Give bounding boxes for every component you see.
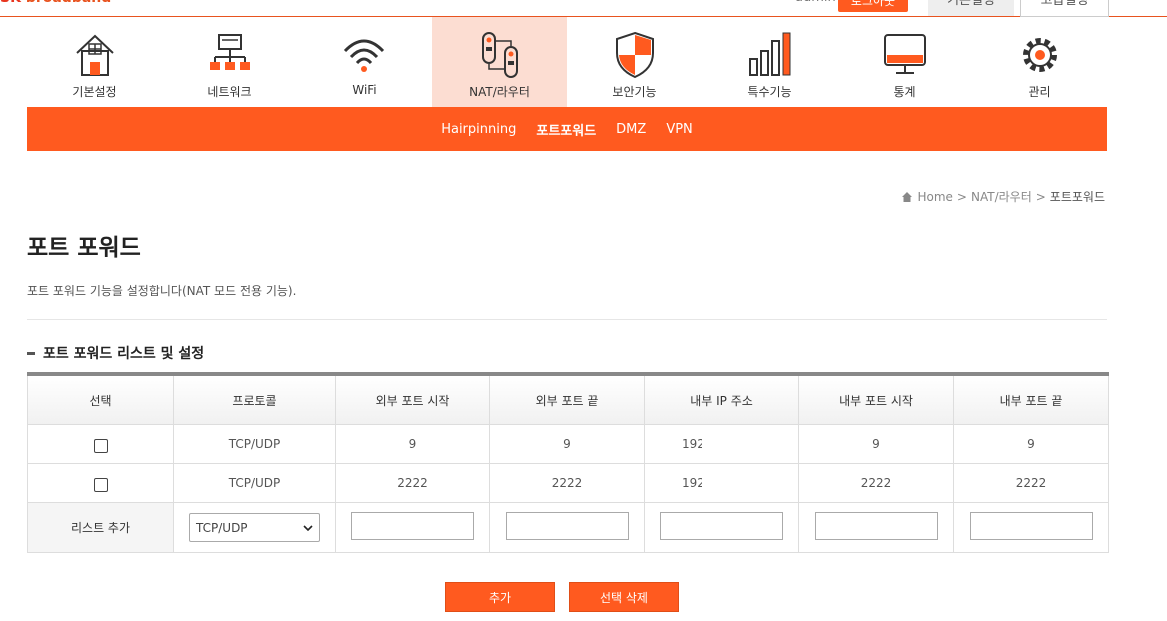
internal-ip-input[interactable] [660, 512, 783, 540]
advanced-settings-tab[interactable]: 고급설정 [1020, 0, 1109, 17]
cell-int-end: 9 [953, 424, 1109, 464]
brand-logo: SK broadband [0, 0, 111, 6]
submenu-dmz[interactable]: DMZ [616, 122, 646, 137]
cell-ext-start: 2222 [335, 463, 490, 503]
add-list-row: 리스트 추가 TCP/UDP [27, 502, 1109, 553]
page-description: 포트 포워드 기능을 설정합니다(NAT 모드 전용 기능). [27, 284, 297, 298]
gear-icon [1023, 38, 1057, 72]
cell-internal-ip: 192 [644, 463, 799, 503]
menu-item-manage[interactable]: 관리 [972, 17, 1107, 107]
home-icon [902, 191, 913, 202]
breadcrumb-home[interactable]: Home [917, 190, 952, 204]
table-row: TCP/UDP 9 9 192 9 9 [27, 424, 1109, 464]
menu-item-nat-router[interactable]: NAT/라우터 [432, 17, 567, 107]
breadcrumb-separator: > [956, 189, 967, 204]
sub-menu: Hairpinning 포트포워드 DMZ VPN [27, 107, 1107, 151]
menu-item-network[interactable]: 네트워크 [162, 17, 297, 107]
table-row: TCP/UDP 2222 2222 192 2222 2222 [27, 463, 1109, 503]
add-button[interactable]: 추가 [445, 582, 555, 612]
cell-ext-end: 9 [489, 424, 645, 464]
section-title: 포트 포워드 리스트 및 설정 [27, 343, 204, 363]
col-header-internal-ip: 내부 IP 주소 [644, 373, 799, 425]
col-header-int-end: 내부 포트 끝 [953, 373, 1109, 425]
divider [27, 319, 1107, 320]
cell-ext-start: 9 [335, 424, 490, 464]
basic-settings-tab[interactable]: 기본설정 [928, 0, 1014, 16]
add-list-label: 리스트 추가 [27, 502, 174, 553]
top-bar: SK broadband admin 로그아웃 기본설정 고급설정 [0, 0, 1167, 17]
ext-end-input[interactable] [505, 512, 629, 540]
user-name: admin [795, 0, 836, 5]
col-header-protocol: 프로토콜 [173, 373, 336, 425]
col-header-ext-end: 외부 포트 끝 [489, 373, 645, 425]
network-icon [210, 34, 250, 70]
breadcrumb-current: 포트포워드 [1049, 190, 1105, 204]
breadcrumb-separator: > [1035, 189, 1046, 204]
menu-item-wifi[interactable]: WiFi [297, 17, 432, 107]
house-icon [76, 34, 114, 76]
logout-button[interactable]: 로그아웃 [838, 0, 908, 12]
menu-item-security[interactable]: 보안기능 [567, 17, 702, 107]
port-forward-table: 선택 프로토콜 외부 포트 시작 외부 포트 끝 내부 IP 주소 내부 포트 … [27, 372, 1109, 553]
ext-start-input[interactable] [351, 512, 474, 540]
submenu-port-forward[interactable]: 포트포워드 [536, 120, 596, 139]
router-icon [482, 32, 518, 78]
cell-internal-ip: 192 [644, 424, 799, 464]
col-header-select: 선택 [27, 373, 174, 425]
delete-selected-button[interactable]: 선택 삭제 [569, 582, 679, 612]
row-select-checkbox[interactable] [93, 439, 108, 453]
protocol-select[interactable]: TCP/UDP [189, 513, 320, 542]
table-header-row: 선택 프로토콜 외부 포트 시작 외부 포트 끝 내부 IP 주소 내부 포트 … [27, 373, 1109, 425]
submenu-hairpinning[interactable]: Hairpinning [441, 122, 516, 137]
menu-item-stats[interactable]: 통계 [837, 17, 972, 107]
submenu-vpn[interactable]: VPN [666, 122, 692, 137]
chevron-down-icon [303, 524, 313, 531]
cell-protocol: TCP/UDP [173, 424, 336, 464]
col-header-int-start: 내부 포트 시작 [798, 373, 954, 425]
row-select-checkbox[interactable] [93, 478, 108, 492]
main-menu: 기본설정 네트워크 WiFi NAT/라우터 보안기능 특수기능 통계 관리 [27, 17, 1107, 107]
shield-icon [616, 31, 654, 79]
bars-icon [749, 32, 791, 76]
menu-item-basic[interactable]: 기본설정 [27, 17, 162, 107]
section-title-text: 포트 포워드 리스트 및 설정 [43, 346, 205, 362]
menu-item-special[interactable]: 특수기능 [702, 17, 837, 107]
cell-int-end: 2222 [953, 463, 1109, 503]
monitor-icon [884, 34, 926, 74]
page-title: 포트 포워드 [27, 235, 141, 261]
cell-int-start: 9 [798, 424, 954, 464]
section-bullet-icon [27, 351, 35, 355]
int-start-input[interactable] [814, 512, 938, 540]
int-end-input[interactable] [969, 512, 1093, 540]
breadcrumb: Home > NAT/라우터 > 포트포워드 [901, 188, 1105, 205]
cell-ext-end: 2222 [489, 463, 645, 503]
cell-int-start: 2222 [798, 463, 954, 503]
breadcrumb-parent[interactable]: NAT/라우터 [971, 188, 1032, 205]
wifi-icon [343, 39, 385, 72]
col-header-ext-start: 외부 포트 시작 [335, 373, 490, 425]
cell-protocol: TCP/UDP [173, 463, 336, 503]
